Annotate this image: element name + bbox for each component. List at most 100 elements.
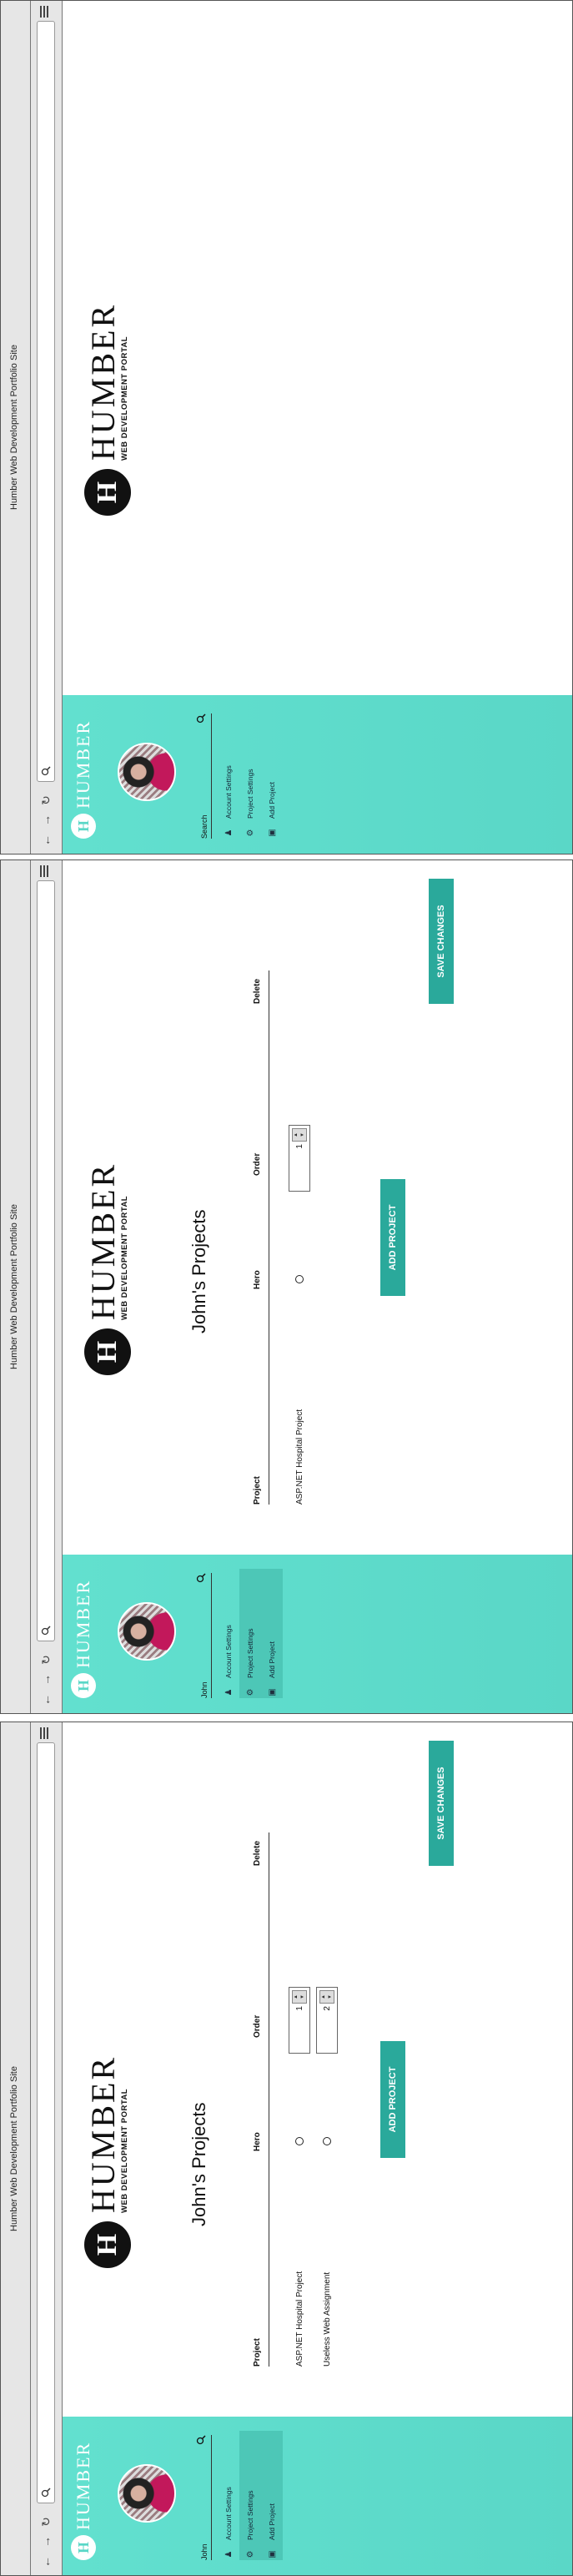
order-value: 2 — [323, 2006, 332, 2011]
back-arrow-icon[interactable]: ← — [39, 1693, 53, 1706]
logo-word: HUMBER — [83, 302, 122, 461]
sidebar-brand-text: HUMBER — [73, 2441, 93, 2530]
humber-mark-icon: H — [84, 469, 131, 516]
sidebar-brand[interactable]: H HUMBER — [71, 1580, 96, 1698]
browser-toolbar: ← → ↻ — [31, 1, 63, 854]
project-name[interactable]: ASP.NET Hospital Project — [295, 1409, 304, 1505]
humber-portal-logo: H HUMBER WEB DEVELOPMENT PORTAL — [84, 2055, 131, 2268]
project-name[interactable]: Useless Web Assignment — [323, 2272, 332, 2367]
hamburger-menu-icon[interactable] — [38, 6, 50, 18]
browser-toolbar: ← → ↻ — [31, 1722, 63, 2575]
column-header-hero: Hero — [253, 1270, 262, 1289]
sidebar-item-project-settings[interactable]: ⚙ Project Settings — [239, 2431, 261, 2560]
hero-radio[interactable] — [295, 2137, 304, 2145]
table-row: ASP.NET Hospital Project 1 ▲ ▼ — [289, 1832, 312, 2367]
user-name: John — [200, 1681, 209, 1698]
refresh-icon[interactable]: ↻ — [39, 2515, 53, 2528]
sidebar-item-add-project[interactable]: ▣ Add Project — [261, 709, 283, 839]
hamburger-menu-icon[interactable] — [38, 865, 50, 877]
column-header-project: Project — [253, 1476, 262, 1505]
gear-icon: ⚙ — [245, 829, 255, 837]
back-arrow-icon[interactable]: ← — [39, 2555, 53, 2568]
column-header-delete: Delete — [253, 978, 262, 1004]
sidebar-brand[interactable]: H HUMBER — [71, 720, 96, 839]
title-bar: Humber Web Development Portfolio Site — [1, 1, 31, 854]
avatar[interactable] — [118, 2464, 176, 2523]
sidebar-item-label: Project Settings — [246, 1628, 254, 1678]
add-project-button[interactable]: ADD PROJECT — [380, 2041, 405, 2158]
sidebar-item-account-settings[interactable]: ♟ Account Settings — [218, 2431, 239, 2560]
logo-word: HUMBER — [83, 2054, 122, 2213]
sidebar-item-add-project[interactable]: ▣ Add Project — [261, 2431, 283, 2560]
add-project-button[interactable]: ADD PROJECT — [380, 1179, 405, 1296]
column-header-delete: Delete — [253, 1840, 262, 1866]
page-title: John's Projects — [188, 1209, 209, 1334]
stepper-arrows-icon[interactable]: ▲ ▼ — [292, 1990, 307, 2004]
refresh-icon[interactable]: ↻ — [39, 794, 53, 807]
window-title: Humber Web Development Portfolio Site — [9, 2066, 19, 2231]
humber-logo-icon: H — [71, 2535, 96, 2560]
forward-arrow-icon[interactable]: → — [39, 2535, 53, 2548]
stepper-arrows-icon[interactable]: ▲ ▼ — [292, 1128, 307, 1142]
order-value: 1 — [295, 2006, 304, 2011]
title-bar: Humber Web Development Portfolio Site — [1, 860, 31, 1713]
avatar[interactable] — [118, 743, 176, 801]
search-input[interactable]: Search — [194, 713, 212, 839]
order-stepper[interactable]: 1 ▲ ▼ — [289, 1125, 310, 1192]
sidebar-item-label: Project Settings — [246, 2490, 254, 2540]
browser-window-two-projects: Humber Web Development Portfolio Site ← … — [0, 1722, 573, 2576]
search-icon[interactable] — [196, 713, 206, 723]
upload-icon: ▣ — [267, 829, 277, 837]
sidebar-item-account-settings[interactable]: ♟ Account Settings — [218, 1569, 239, 1698]
sidebar-item-project-settings[interactable]: ⚙ Project Settings — [239, 1569, 261, 1698]
sidebar-item-project-settings[interactable]: ⚙ Project Settings — [239, 709, 261, 839]
save-changes-button[interactable]: SAVE CHANGES — [429, 879, 454, 1004]
humber-mark-icon: H — [84, 1328, 131, 1375]
sidebar-item-label: Account Settings — [224, 1625, 233, 1678]
humber-portal-logo: H HUMBER WEB DEVELOPMENT PORTAL — [84, 1162, 131, 1375]
page-title: John's Projects — [188, 2102, 209, 2227]
browser-window-landing: Humber Web Development Portfolio Site ← … — [0, 0, 573, 854]
sidebar-item-add-project[interactable]: ▣ Add Project — [261, 1569, 283, 1698]
window-title: Humber Web Development Portfolio Site — [9, 1204, 19, 1369]
table-row: ASP.NET Hospital Project 1 ▲ ▼ — [289, 970, 312, 1505]
address-bar[interactable] — [37, 21, 55, 782]
avatar[interactable] — [118, 1602, 176, 1661]
search-input[interactable]: John — [194, 2435, 212, 2560]
search-icon[interactable] — [196, 1573, 206, 1583]
refresh-icon[interactable]: ↻ — [39, 1653, 53, 1666]
order-stepper[interactable]: 2 ▲ ▼ — [316, 1987, 338, 2054]
user-name: John — [200, 2543, 209, 2560]
search-icon — [41, 1626, 51, 1636]
title-bar: Humber Web Development Portfolio Site — [1, 1722, 31, 2575]
forward-arrow-icon[interactable]: → — [39, 814, 53, 827]
project-name[interactable]: ASP.NET Hospital Project — [295, 2271, 304, 2367]
search-input[interactable]: John — [194, 1573, 212, 1698]
column-header-order: Order — [253, 2014, 262, 2038]
hamburger-menu-icon[interactable] — [38, 1727, 50, 1739]
sidebar-brand[interactable]: H HUMBER — [71, 2442, 96, 2560]
address-bar[interactable] — [37, 880, 55, 1641]
search-icon — [41, 2488, 51, 2498]
forward-arrow-icon[interactable]: → — [39, 1673, 53, 1686]
address-bar[interactable] — [37, 1742, 55, 2503]
gear-icon: ⚙ — [245, 2550, 255, 2558]
stepper-arrows-icon[interactable]: ▲ ▼ — [319, 1990, 334, 2004]
order-value: 1 — [295, 1144, 304, 1149]
order-stepper[interactable]: 1 ▲ ▼ — [289, 1987, 310, 2054]
sidebar-item-account-settings[interactable]: ♟ Account Settings — [218, 709, 239, 839]
search-icon — [41, 766, 51, 776]
save-changes-button[interactable]: SAVE CHANGES — [429, 1741, 454, 1866]
sidebar-item-label: Add Project — [268, 782, 276, 819]
sidebar: H HUMBER John ♟ Account Settings ⚙ Proje… — [63, 1555, 572, 1713]
search-icon[interactable] — [196, 2435, 206, 2445]
back-arrow-icon[interactable]: ← — [39, 834, 53, 847]
column-header-hero: Hero — [253, 2132, 262, 2151]
sidebar: H HUMBER Search ♟ Account Settings ⚙ Pro… — [63, 695, 572, 854]
sidebar-item-label: Add Project — [268, 1641, 276, 1678]
humber-portal-logo: H HUMBER WEB DEVELOPMENT PORTAL — [84, 303, 131, 516]
hero-radio[interactable] — [295, 1275, 304, 1283]
sidebar-item-label: Project Settings — [246, 769, 254, 819]
logo-word: HUMBER — [83, 1162, 122, 1320]
hero-radio[interactable] — [323, 2137, 331, 2145]
